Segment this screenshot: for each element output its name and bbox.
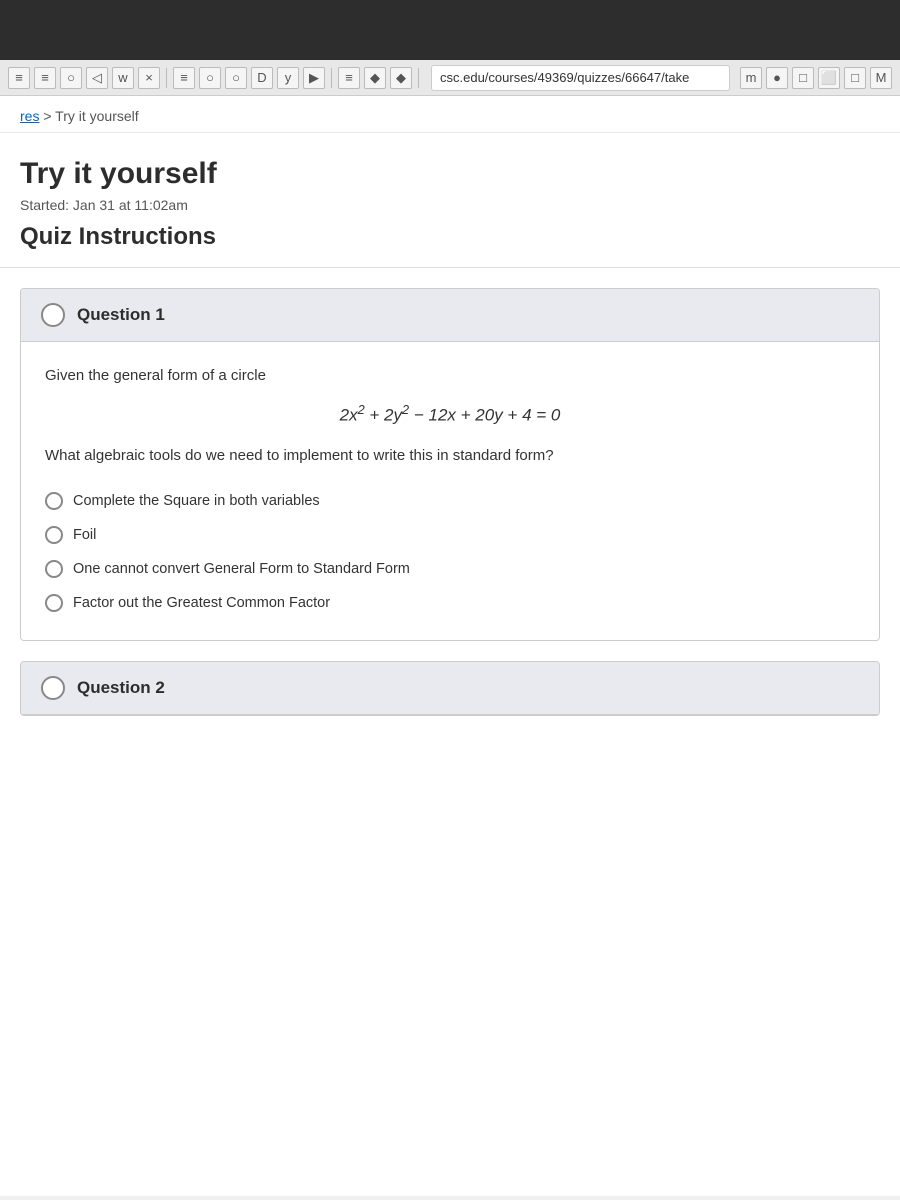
answer-label-1-4: Factor out the Greatest Common Factor	[73, 595, 330, 611]
address-bar[interactable]: csc.edu/courses/49369/quizzes/66647/take	[431, 65, 730, 91]
question-1-intro: Given the general form of a circle	[45, 364, 855, 388]
toolbar-icon-w[interactable]: w	[112, 67, 134, 89]
toolbar-icon-9[interactable]: ●	[766, 67, 788, 89]
answer-option-1-3[interactable]: One cannot convert General Form to Stand…	[45, 560, 855, 578]
breadcrumb-link[interactable]: res	[20, 108, 39, 124]
address-text: csc.edu/courses/49369/quizzes/66647/take	[440, 70, 689, 85]
question-1-card: Question 1 Given the general form of a c…	[20, 288, 880, 641]
radio-1-1[interactable]	[45, 492, 63, 510]
page-content: res > Try it yourself Try it yourself St…	[0, 96, 900, 1196]
question-2-label: Question 2	[77, 678, 165, 698]
answer-label-1-3: One cannot convert General Form to Stand…	[73, 561, 410, 577]
answer-option-1-2[interactable]: Foil	[45, 526, 855, 544]
answer-label-1-2: Foil	[73, 527, 96, 543]
toolbar-icon-play[interactable]: ▶	[303, 67, 325, 89]
toolbar-icon-nav[interactable]: ◁	[86, 67, 108, 89]
radio-1-3[interactable]	[45, 560, 63, 578]
toolbar-sep-3	[418, 68, 419, 88]
toolbar-icon-10[interactable]: □	[792, 67, 814, 89]
question-2-header: Question 2	[21, 662, 879, 715]
toolbar-icon-6[interactable]: ≡	[338, 67, 360, 89]
question-1-header: Question 1	[21, 289, 879, 342]
browser-chrome	[0, 0, 900, 60]
toolbar-icon-11[interactable]: ⬜	[818, 67, 840, 89]
question-2-circle	[41, 676, 65, 700]
answer-label-1-1: Complete the Square in both variables	[73, 493, 320, 509]
breadcrumb-separator: >	[43, 108, 55, 124]
question-1-label: Question 1	[77, 305, 165, 325]
toolbar-icon-M2[interactable]: M	[870, 67, 892, 89]
page-started: Started: Jan 31 at 11:02am	[20, 197, 880, 213]
started-label: Started:	[20, 197, 69, 213]
toolbar-icon-4[interactable]: ○	[199, 67, 221, 89]
toolbar-icon-2[interactable]: ≡	[34, 67, 56, 89]
page-title: Try it yourself	[20, 157, 880, 191]
question-1-followup: What algebraic tools do we need to imple…	[45, 444, 855, 468]
toolbar-sep-2	[331, 68, 332, 88]
started-value: Jan 31 at 11:02am	[73, 197, 188, 213]
question-1-circle	[41, 303, 65, 327]
toolbar-icon-12[interactable]: □	[844, 67, 866, 89]
toolbar-icon-back[interactable]: ○	[60, 67, 82, 89]
question-1-equation: 2x2 + 2y2 − 12x + 20y + 4 = 0	[45, 402, 855, 426]
answer-option-1-1[interactable]: Complete the Square in both variables	[45, 492, 855, 510]
toolbar-icon-y[interactable]: y	[277, 67, 299, 89]
toolbar-icon-7[interactable]: ◆	[364, 67, 386, 89]
breadcrumb: res > Try it yourself	[0, 96, 900, 133]
breadcrumb-current: Try it yourself	[55, 108, 139, 124]
toolbar-icon-d[interactable]: D	[251, 67, 273, 89]
page-header: Try it yourself Started: Jan 31 at 11:02…	[0, 133, 900, 268]
toolbar-icon-5[interactable]: ○	[225, 67, 247, 89]
radio-1-4[interactable]	[45, 594, 63, 612]
toolbar-close[interactable]: ×	[138, 67, 160, 89]
toolbar-icon-8[interactable]: ◆	[390, 67, 412, 89]
question-1-body: Given the general form of a circle 2x2 +…	[21, 342, 879, 640]
answer-option-1-4[interactable]: Factor out the Greatest Common Factor	[45, 594, 855, 612]
toolbar-icon-3[interactable]: ≡	[173, 67, 195, 89]
browser-toolbar: ≡ ≡ ○ ◁ w × ≡ ○ ○ D y ▶ ≡ ◆ ◆ csc.edu/co…	[0, 60, 900, 96]
toolbar-icon-m[interactable]: m	[740, 67, 762, 89]
question-2-card: Question 2	[20, 661, 880, 716]
quiz-body: Question 1 Given the general form of a c…	[0, 268, 900, 756]
toolbar-icon-1[interactable]: ≡	[8, 67, 30, 89]
radio-1-2[interactable]	[45, 526, 63, 544]
answer-options-1: Complete the Square in both variables Fo…	[45, 492, 855, 612]
toolbar-sep-1	[166, 68, 167, 88]
instructions-heading: Quiz Instructions	[20, 223, 880, 251]
